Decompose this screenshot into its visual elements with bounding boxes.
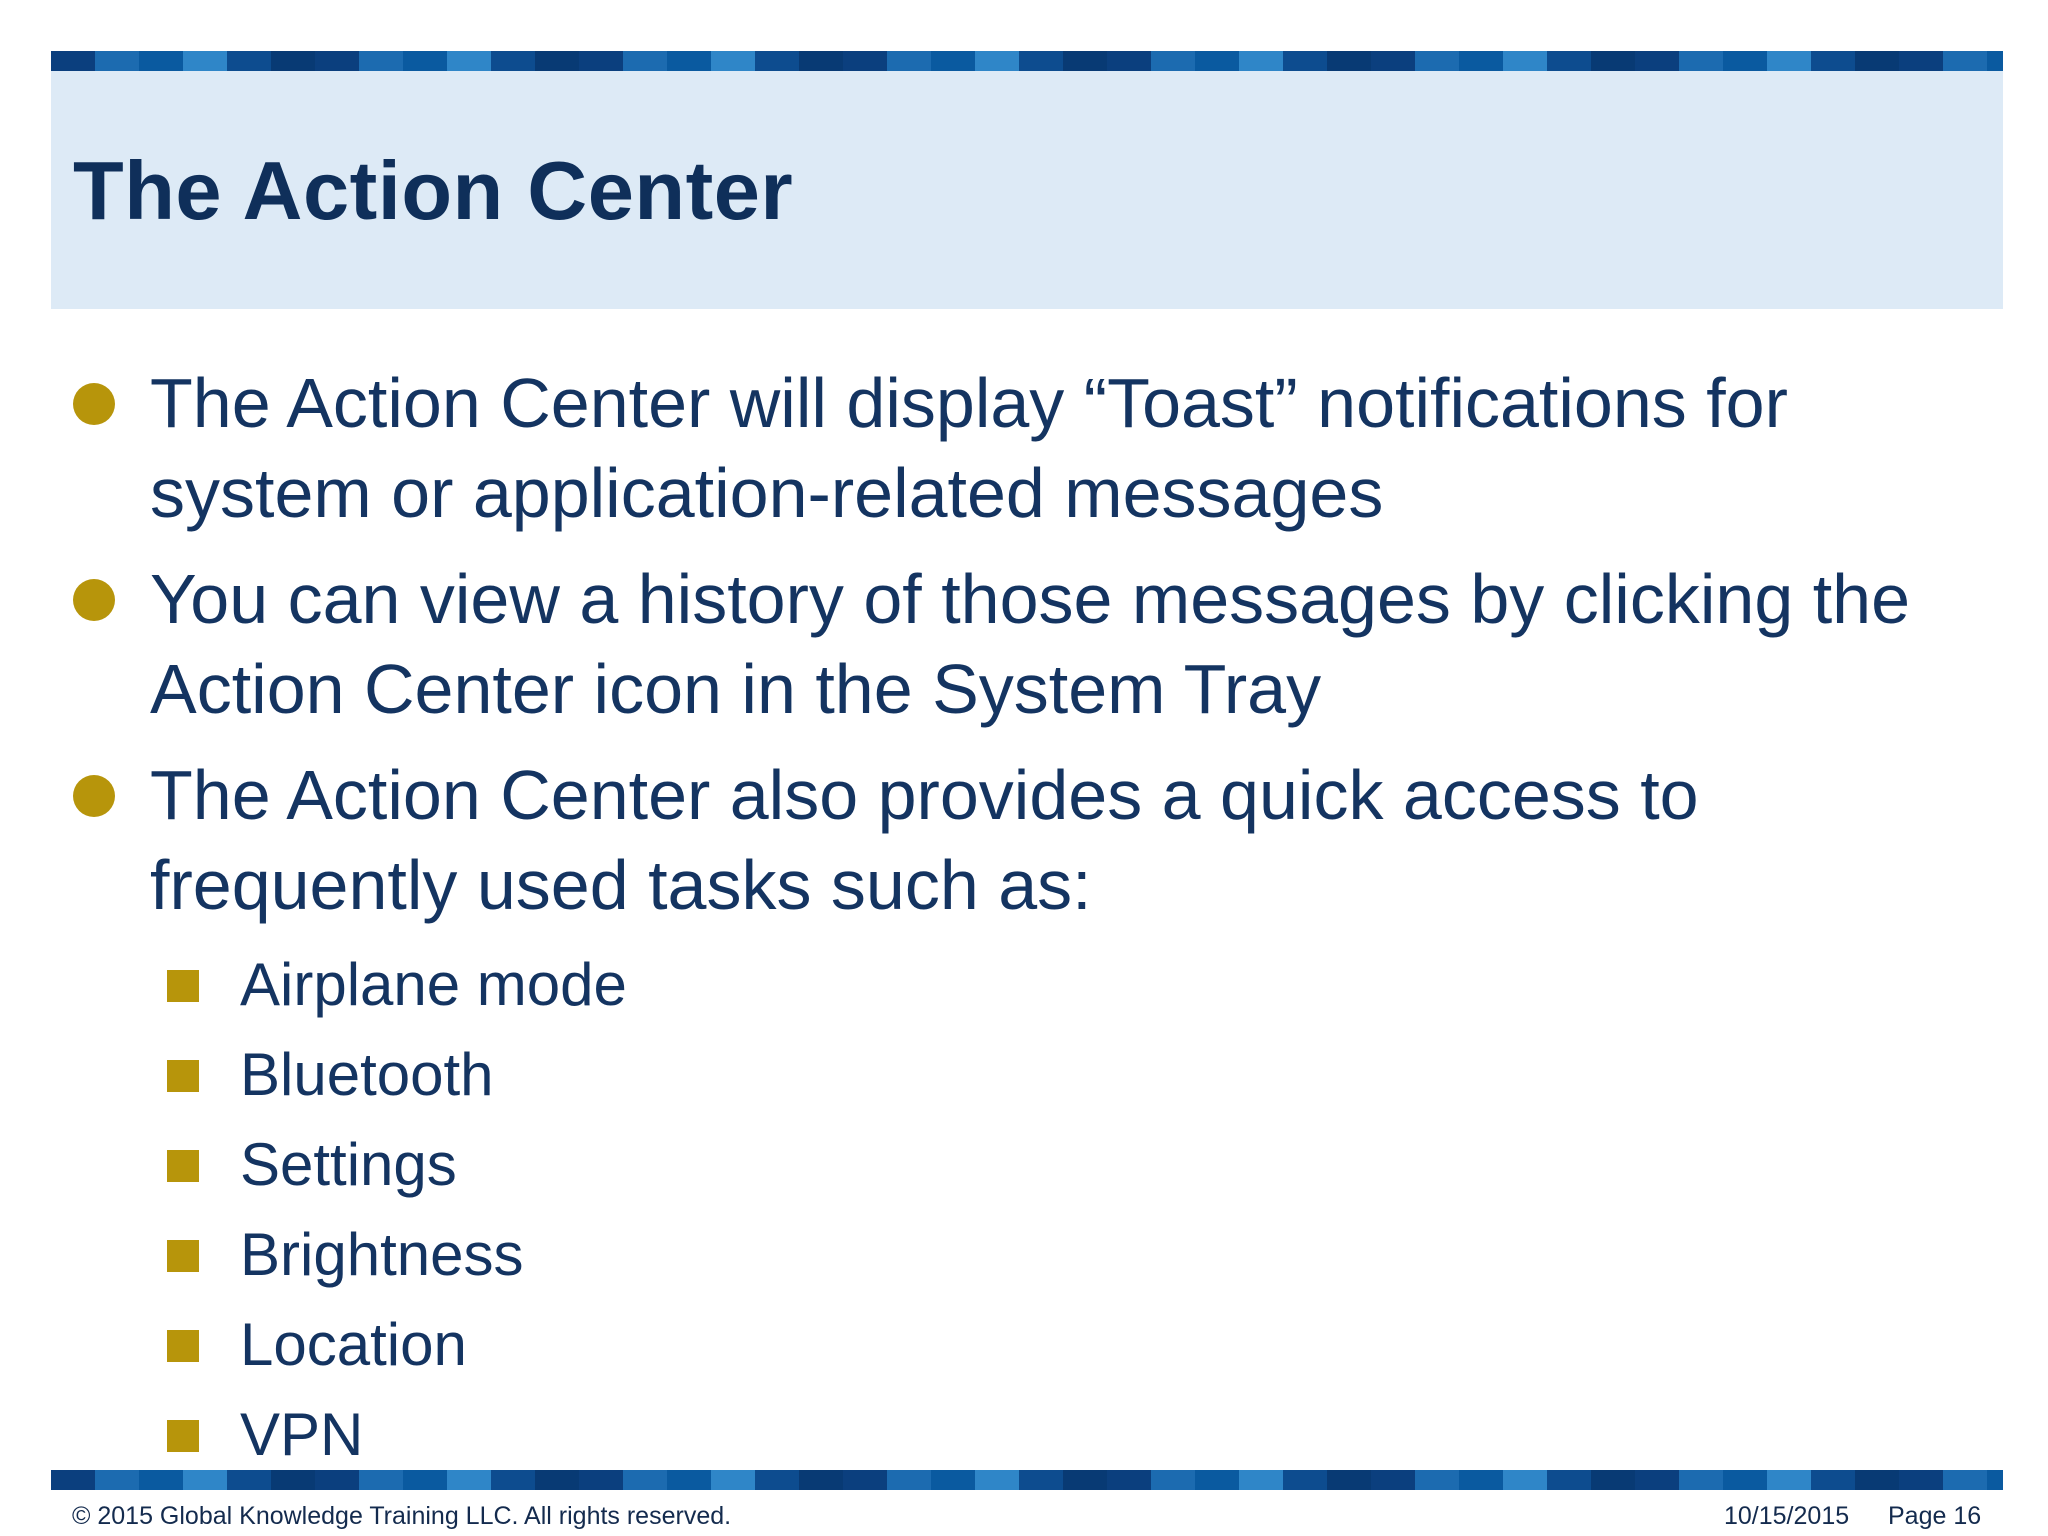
sub-bullet-text: Location: [240, 1311, 467, 1378]
sub-bullet-item: Settings: [167, 1120, 2048, 1210]
sub-bullet-text: Airplane mode: [240, 951, 627, 1018]
square-bullet-icon: [167, 1060, 199, 1092]
sub-bullet-item: VPN: [167, 1390, 2048, 1480]
bullet-item: The Action Center will display “Toast” n…: [73, 358, 1990, 538]
bottom-stripe-bar: [51, 1470, 2003, 1490]
bullet-dot-icon: [73, 579, 115, 621]
sub-bullet-text: VPN: [240, 1401, 364, 1468]
title-band: The Action Center: [51, 71, 2003, 309]
top-stripe-bar: [51, 51, 2003, 71]
bullet-text: You can view a history of those messages…: [150, 560, 1911, 728]
sub-bullet-text: Bluetooth: [240, 1041, 494, 1108]
footer-copyright: © 2015 Global Knowledge Training LLC. Al…: [72, 1502, 732, 1530]
sub-bullet-item: Bluetooth: [167, 1030, 2048, 1120]
footer-page-number: Page 16: [1888, 1502, 1982, 1530]
bullet-item: The Action Center also provides a quick …: [73, 750, 1990, 930]
sub-bullet-text: Settings: [240, 1131, 457, 1198]
sub-bullet-list: Airplane mode Bluetooth Settings Brightn…: [0, 940, 2048, 1480]
bullet-dot-icon: [73, 775, 115, 817]
sub-bullet-item: Location: [167, 1300, 2048, 1390]
footer-date: 10/15/2015: [1724, 1502, 1850, 1530]
bullet-item: You can view a history of those messages…: [73, 554, 1990, 734]
square-bullet-icon: [167, 1240, 199, 1272]
bullet-text: The Action Center will display “Toast” n…: [150, 364, 1788, 532]
sub-bullet-text: Brightness: [240, 1221, 524, 1288]
square-bullet-icon: [167, 1330, 199, 1362]
sub-bullet-item: Brightness: [167, 1210, 2048, 1300]
square-bullet-icon: [167, 1150, 199, 1182]
square-bullet-icon: [167, 1420, 199, 1452]
square-bullet-icon: [167, 970, 199, 1002]
bullet-dot-icon: [73, 383, 115, 425]
bullet-text: The Action Center also provides a quick …: [150, 756, 1699, 924]
slide-title: The Action Center: [73, 144, 794, 237]
slide-content: The Action Center will display “Toast” n…: [0, 358, 2048, 1480]
sub-bullet-item: Airplane mode: [167, 940, 2048, 1030]
